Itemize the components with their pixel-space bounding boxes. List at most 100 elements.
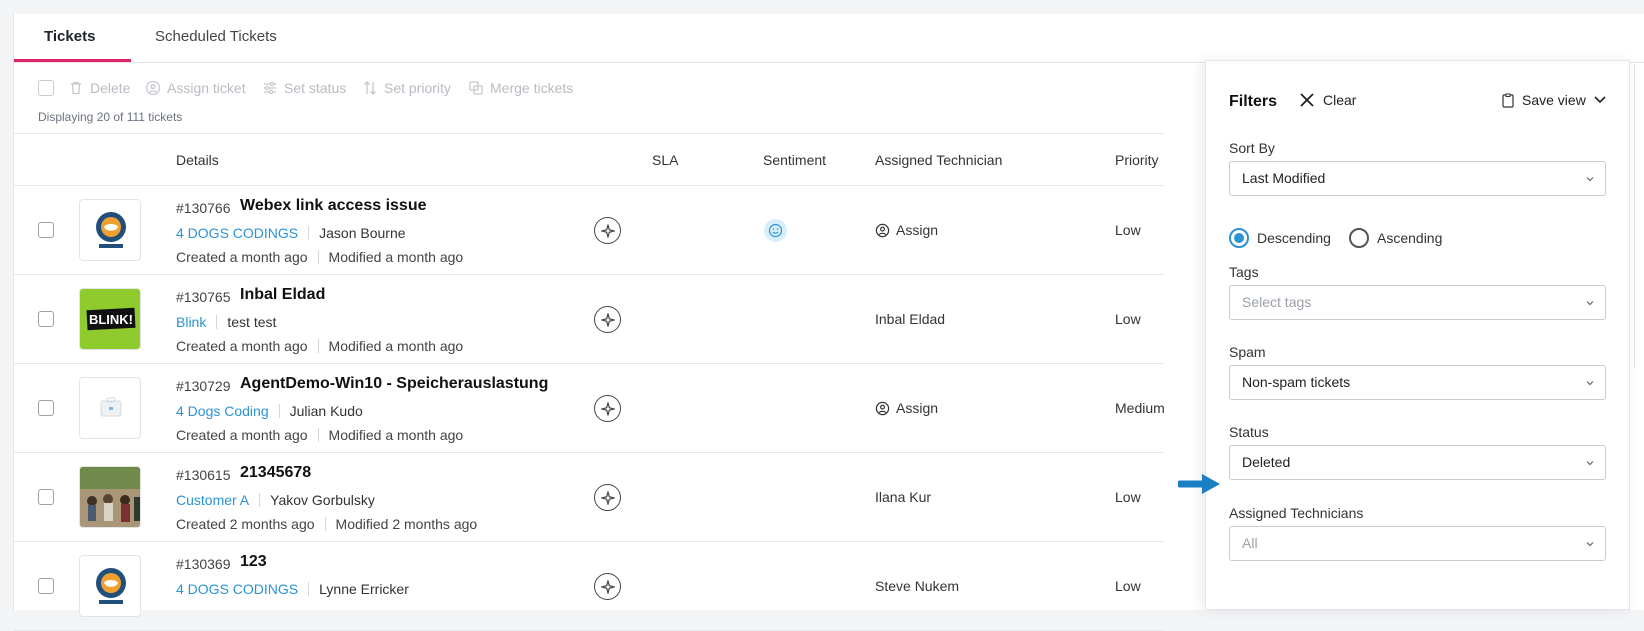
- assign-link[interactable]: Assign: [875, 222, 938, 238]
- bulk-actions-toolbar: Delete Assign ticket Set status Set prio…: [14, 76, 1164, 100]
- ticket-dates-line: Created a month ago Modified a month ago: [176, 338, 463, 354]
- created-text: Created 2 months ago: [176, 516, 315, 532]
- sliders-icon: [264, 81, 276, 95]
- modified-text: Modified a month ago: [328, 427, 464, 443]
- col-priority[interactable]: Priority: [1115, 152, 1159, 168]
- spam-select[interactable]: Non-spam tickets: [1229, 365, 1606, 400]
- user-circle-icon: [145, 80, 161, 96]
- ticket-title[interactable]: Webex link access issue: [240, 197, 426, 215]
- tab-tickets[interactable]: Tickets: [44, 14, 95, 63]
- divider: [278, 404, 280, 418]
- clear-label: Clear: [1323, 92, 1357, 108]
- filters-title: Filters: [1229, 93, 1278, 110]
- row-checkbox[interactable]: [38, 489, 54, 505]
- ticket-title[interactable]: Inbal Eldad: [240, 286, 325, 304]
- chevron-down-icon: [1586, 381, 1594, 386]
- merge-icon: [469, 81, 483, 95]
- status-select[interactable]: Deleted: [1229, 445, 1606, 480]
- set-status-button[interactable]: Set status: [262, 76, 346, 100]
- company-logo: [79, 555, 141, 617]
- ticket-title[interactable]: 21345678: [240, 464, 311, 482]
- table-row[interactable]: #130766 Webex link access issue 4 DOGS C…: [14, 186, 1164, 275]
- table-row[interactable]: BLINK! #130765 Inbal Eldad Blink test te…: [14, 275, 1164, 364]
- merge-tickets-button[interactable]: Merge tickets: [468, 76, 573, 100]
- spam-value: Non-spam tickets: [1242, 374, 1351, 390]
- company-logo: [79, 377, 141, 439]
- tab-scheduled-tickets[interactable]: Scheduled Tickets: [155, 14, 277, 63]
- chevron-down-icon: [1586, 301, 1594, 306]
- table-row[interactable]: #130369 123 4 DOGS CODINGS Lynne Erricke…: [14, 542, 1164, 631]
- divider: [308, 226, 310, 240]
- select-all-checkbox[interactable]: [38, 80, 54, 96]
- clipboard-icon: [1502, 93, 1514, 108]
- descending-label: Descending: [1257, 230, 1331, 246]
- company-link[interactable]: Customer A: [176, 492, 249, 508]
- company-logo: [79, 466, 141, 528]
- 4dogs-logo-icon: [96, 212, 126, 248]
- ai-sparkle-button[interactable]: [594, 484, 621, 511]
- content-edge-divider: [1634, 64, 1635, 369]
- assign-ticket-button[interactable]: Assign ticket: [145, 76, 246, 100]
- divider: [317, 339, 319, 353]
- ticket-number: #130369: [176, 556, 231, 572]
- ai-sparkle-button[interactable]: [594, 573, 621, 600]
- set-status-label: Set status: [284, 80, 347, 96]
- priority-value: Low: [1115, 489, 1141, 505]
- user-circle-icon: [875, 223, 890, 237]
- ticket-org-line: 4 DOGS CODINGS Jason Bourne: [176, 225, 406, 241]
- ascending-label: Ascending: [1377, 230, 1443, 246]
- col-assigned-technician[interactable]: Assigned Technician: [875, 152, 1002, 168]
- divider: [324, 517, 326, 531]
- chevron-down-icon: [1586, 177, 1594, 182]
- col-details[interactable]: Details: [176, 152, 219, 168]
- sparkle-icon: [600, 223, 615, 238]
- status-label: Status: [1229, 424, 1269, 440]
- row-checkbox[interactable]: [38, 222, 54, 238]
- sentiment-badge: [764, 219, 787, 242]
- ai-sparkle-button[interactable]: [594, 395, 621, 422]
- row-checkbox[interactable]: [38, 311, 54, 327]
- technician-name: Steve Nukem: [875, 578, 960, 594]
- assign-link[interactable]: Assign: [875, 400, 938, 416]
- set-priority-button[interactable]: Set priority: [362, 76, 451, 100]
- ai-sparkle-button[interactable]: [594, 306, 621, 333]
- company-logo: [79, 199, 141, 261]
- tags-select[interactable]: Select tags: [1229, 285, 1606, 320]
- ticket-title[interactable]: 123: [240, 553, 267, 571]
- technician-cell[interactable]: Inbal Eldad: [875, 311, 945, 327]
- display-count: Displaying 20 of 111 tickets: [38, 110, 183, 124]
- ticket-org-line: 4 Dogs Coding Julian Kudo: [176, 403, 363, 419]
- status-value: Deleted: [1242, 454, 1291, 470]
- table-row[interactable]: #130729 AgentDemo-Win10 - Speicherauslas…: [14, 364, 1165, 453]
- row-checkbox[interactable]: [38, 578, 54, 594]
- created-text: Created a month ago: [176, 427, 308, 443]
- company-link[interactable]: 4 DOGS CODINGS: [176, 225, 298, 241]
- 4dogs-logo-icon: [96, 568, 126, 604]
- table-row[interactable]: #130615 21345678 Customer A Yakov Gorbul…: [14, 453, 1164, 542]
- ticket-number: #130766: [176, 200, 231, 216]
- clear-filters-button[interactable]: Clear: [1299, 92, 1356, 108]
- ai-sparkle-button[interactable]: [594, 217, 621, 244]
- save-view-button[interactable]: Save view: [1502, 92, 1606, 108]
- sort-by-select[interactable]: Last Modified: [1229, 161, 1606, 196]
- priority-value: Low: [1115, 222, 1141, 238]
- contact-name: Lynne Erricker: [319, 581, 409, 597]
- company-link[interactable]: Blink: [176, 314, 206, 330]
- sparkle-icon: [600, 579, 615, 594]
- descending-radio[interactable]: Descending: [1229, 228, 1331, 248]
- ticket-title[interactable]: AgentDemo-Win10 - Speicherauslastung: [240, 375, 548, 393]
- contact-name: Jason Bourne: [319, 225, 406, 241]
- col-sentiment[interactable]: Sentiment: [763, 152, 826, 168]
- delete-button[interactable]: Delete: [68, 76, 130, 100]
- row-checkbox[interactable]: [38, 400, 54, 416]
- active-tab-indicator: [14, 59, 131, 62]
- company-link[interactable]: 4 Dogs Coding: [176, 403, 269, 419]
- technician-cell[interactable]: Steve Nukem: [875, 578, 959, 594]
- contact-name: Julian Kudo: [289, 403, 363, 419]
- technician-cell[interactable]: Ilana Kur: [875, 489, 931, 505]
- col-sla[interactable]: SLA: [652, 152, 678, 168]
- company-link[interactable]: 4 DOGS CODINGS: [176, 581, 298, 597]
- assigned-technicians-select[interactable]: All: [1229, 526, 1606, 561]
- smiley-icon: [768, 223, 783, 238]
- ascending-radio[interactable]: Ascending: [1349, 228, 1442, 248]
